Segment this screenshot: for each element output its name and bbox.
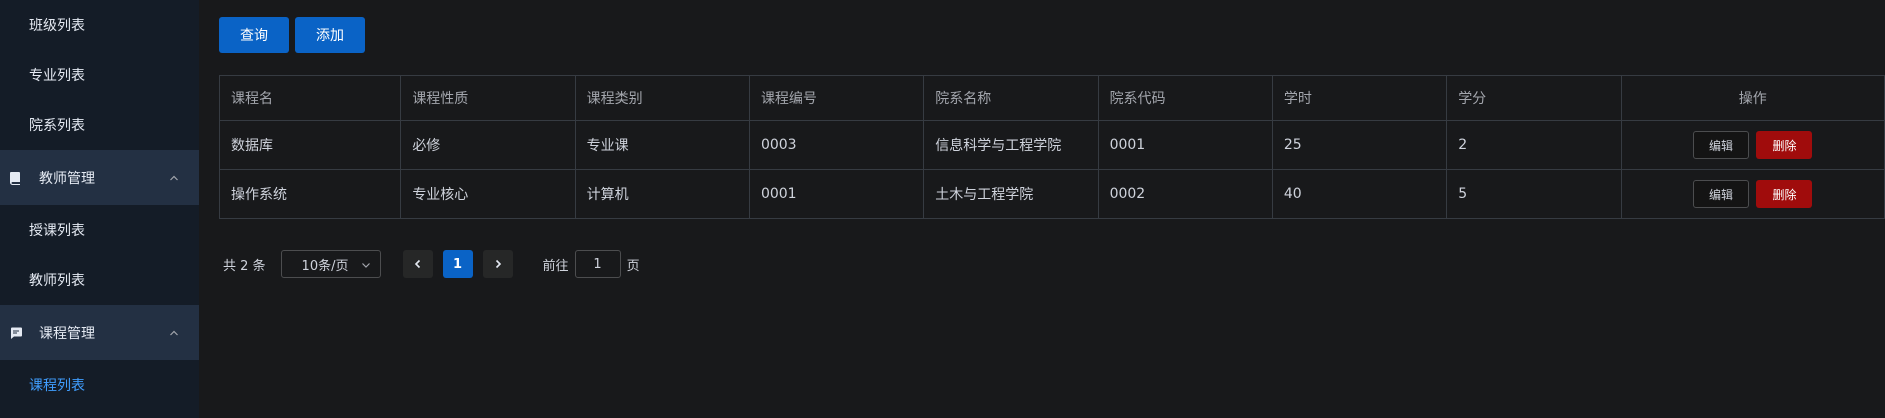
column-header: 学时 <box>1271 75 1448 121</box>
page-number-button[interactable]: 1 <box>442 250 473 278</box>
sidebar-item-major-list[interactable]: 专业列表 <box>0 50 199 100</box>
table-cell: 5 <box>1446 169 1622 219</box>
column-header: 学分 <box>1446 75 1622 121</box>
comment-icon <box>9 326 23 340</box>
sidebar-item-teacher-list[interactable]: 教师列表 <box>0 255 199 305</box>
table-cell: 40 <box>1271 169 1448 219</box>
sidebar-item-class-list[interactable]: 班级列表 <box>0 0 199 50</box>
sidebar-item-course-list[interactable]: 课程列表 <box>0 360 199 410</box>
edit-button[interactable]: 编辑 <box>1693 180 1750 208</box>
main-content: 查询 添加 课程名 课程性质 课程类别 课程编号 院系名称 院系代码 学时 学分… <box>199 0 1885 418</box>
table-cell: 0001 <box>1097 120 1273 170</box>
column-header: 课程类别 <box>574 75 750 121</box>
table-cell: 必修 <box>400 120 576 170</box>
chevron-up-icon <box>168 327 180 339</box>
table-row: 操作系统 专业核心 计算机 0001 土木与工程学院 0002 40 5 编辑 … <box>218 169 1885 219</box>
table-cell: 操作系统 <box>218 169 402 219</box>
actions-cell: 编辑 删除 <box>1620 169 1885 219</box>
actions-cell: 编辑 删除 <box>1620 120 1885 170</box>
column-header: 课程名 <box>218 75 402 121</box>
page-size-select[interactable]: 10条/页 <box>280 250 381 278</box>
goto-label: 前往 <box>542 258 569 274</box>
table-header-row: 课程名 课程性质 课程类别 课程编号 院系名称 院系代码 学时 学分 操作 <box>218 75 1885 121</box>
table-cell: 计算机 <box>574 169 750 219</box>
sidebar-item-label: 院系列表 <box>29 118 85 134</box>
sidebar-item-label: 教师列表 <box>29 273 85 289</box>
table-cell: 数据库 <box>218 120 402 170</box>
table-cell: 土木与工程学院 <box>923 169 1099 219</box>
prev-page-button[interactable] <box>402 250 433 278</box>
table-cell: 0003 <box>748 120 925 170</box>
column-header: 院系名称 <box>923 75 1099 121</box>
sidebar-group-course-management[interactable]: 课程管理 <box>0 305 199 360</box>
sidebar-item-label: 专业列表 <box>29 68 85 84</box>
table-cell: 25 <box>1271 120 1448 170</box>
add-button[interactable]: 添加 <box>295 17 365 53</box>
table-cell: 2 <box>1446 120 1622 170</box>
page-size-value: 10条/页 <box>301 258 349 274</box>
column-header: 院系代码 <box>1097 75 1273 121</box>
page-suffix: 页 <box>626 258 640 274</box>
table-row: 数据库 必修 专业课 0003 信息科学与工程学院 0001 25 2 编辑 删… <box>218 120 1885 170</box>
chevron-left-icon <box>414 259 420 269</box>
next-page-button[interactable] <box>482 250 513 278</box>
app-root: 班级列表 专业列表 院系列表 教师管理 授课列表 教师列表 课程管理 课程列表 … <box>0 0 1885 418</box>
sidebar-item-label: 班级列表 <box>29 18 85 34</box>
sidebar-group-label: 课程管理 <box>39 325 95 342</box>
column-header: 课程编号 <box>748 75 925 121</box>
table-cell: 0002 <box>1097 169 1273 219</box>
column-header: 课程性质 <box>400 75 576 121</box>
sidebar-group-label: 教师管理 <box>39 170 95 187</box>
pagination: 共 2 条 10条/页 1 前往 页 <box>223 250 640 278</box>
chevron-down-icon <box>360 259 372 271</box>
toolbar: 查询 添加 <box>219 17 365 53</box>
table-cell: 专业课 <box>574 120 750 170</box>
sidebar-item-label: 课程列表 <box>29 378 85 394</box>
delete-button[interactable]: 删除 <box>1756 180 1813 208</box>
edit-button[interactable]: 编辑 <box>1693 131 1750 159</box>
chevron-up-icon <box>168 172 180 184</box>
chevron-right-icon <box>495 259 501 269</box>
sidebar-item-department-list[interactable]: 院系列表 <box>0 100 199 150</box>
sidebar-group-teacher-management[interactable]: 教师管理 <box>0 150 199 205</box>
column-header: 操作 <box>1620 75 1885 121</box>
goto-page-input[interactable] <box>574 250 621 278</box>
sidebar-item-teaching-list[interactable]: 授课列表 <box>0 205 199 255</box>
table-cell: 0001 <box>748 169 925 219</box>
table-cell: 信息科学与工程学院 <box>923 120 1099 170</box>
table-cell: 专业核心 <box>400 169 576 219</box>
book-icon <box>9 171 23 185</box>
total-count: 共 2 条 <box>223 258 266 274</box>
sidebar: 班级列表 专业列表 院系列表 教师管理 授课列表 教师列表 课程管理 课程列表 <box>0 0 199 418</box>
course-table: 课程名 课程性质 课程类别 课程编号 院系名称 院系代码 学时 学分 操作 数据… <box>218 75 1885 219</box>
query-button[interactable]: 查询 <box>219 17 289 53</box>
delete-button[interactable]: 删除 <box>1756 131 1813 159</box>
sidebar-item-label: 授课列表 <box>29 223 85 239</box>
